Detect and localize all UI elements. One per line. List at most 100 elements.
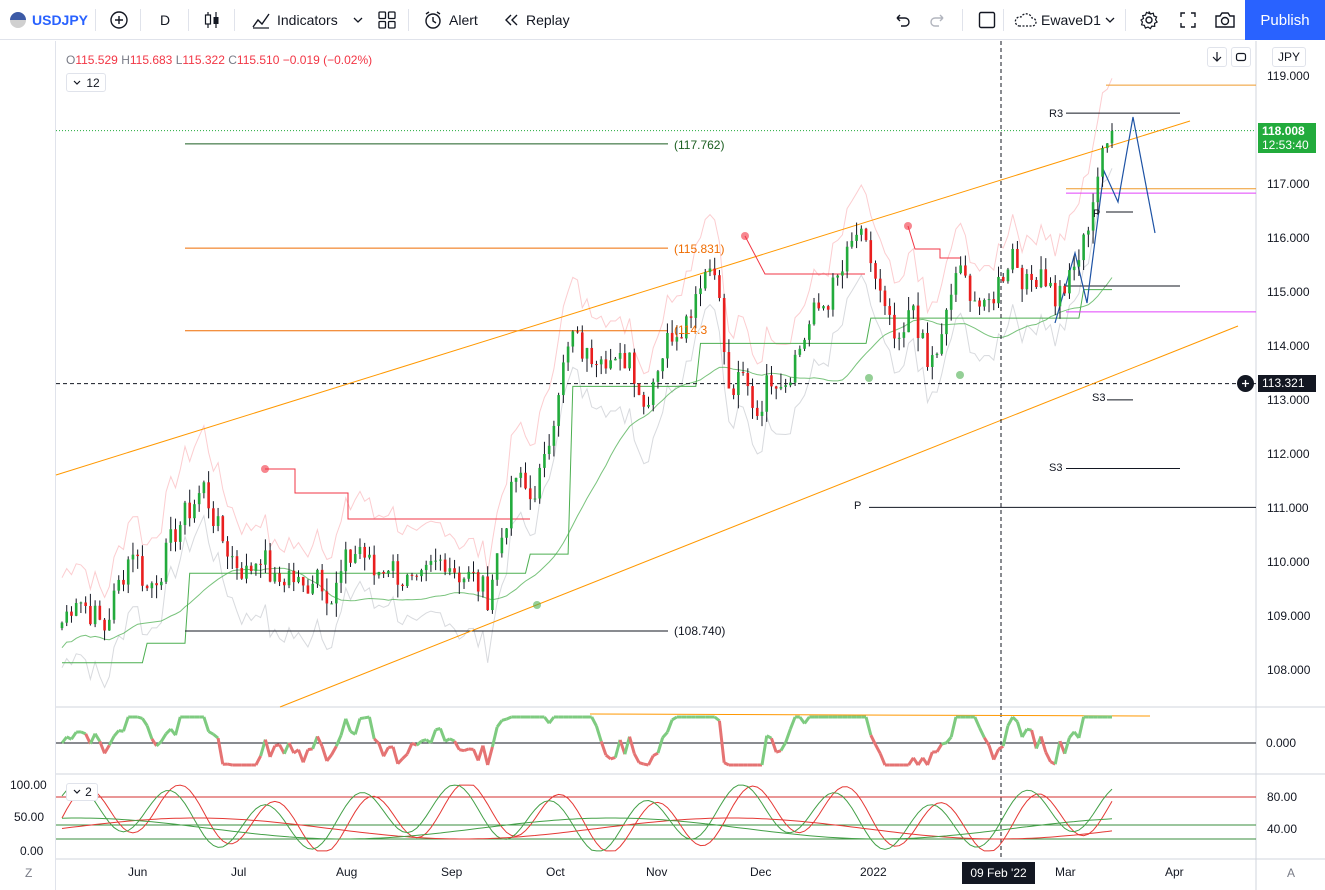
compare-button[interactable] [108, 0, 130, 40]
osc-segment [463, 747, 470, 753]
layout-dropdown[interactable] [1104, 0, 1116, 40]
level-label-1143: (114.3 [674, 323, 708, 337]
candle-down [741, 372, 745, 374]
candle-down [926, 332, 929, 367]
osc-segment [80, 730, 87, 736]
candle-up [74, 603, 78, 616]
redo-button[interactable] [928, 0, 948, 40]
candle-down [1053, 282, 1057, 307]
indicators-collapse-button[interactable]: 12 [66, 73, 106, 92]
candle-down [259, 563, 262, 565]
candle-up [793, 354, 797, 383]
low-value: 115.322 [182, 53, 225, 67]
candle-up [1011, 248, 1014, 270]
open-value: 115.529 [75, 53, 118, 67]
price-chart[interactable] [0, 41, 1325, 890]
candle-up [344, 549, 348, 572]
divider [1125, 9, 1126, 31]
add-alert-button[interactable] [1237, 375, 1254, 392]
snapshot-button[interactable] [1213, 0, 1237, 40]
scroll-down-button[interactable] [1207, 47, 1227, 67]
replay-button[interactable]: Replay [502, 0, 570, 40]
close-value: 115.510 [236, 53, 280, 67]
chart-area[interactable]: O115.529 H115.683 L115.322 C115.510 −0.0… [0, 41, 1325, 890]
candle-down [632, 352, 636, 384]
candle-up [982, 300, 986, 307]
osc-segment [60, 735, 68, 744]
osc-segment [1030, 729, 1038, 749]
layout-button[interactable]: EwaveD1 [1012, 0, 1101, 40]
divider [234, 9, 235, 31]
osc-segment [122, 716, 130, 732]
square-icon [978, 11, 996, 29]
candle-down [410, 574, 414, 576]
candle-up [562, 362, 565, 396]
osc-segment [429, 729, 438, 744]
candle-up [921, 332, 925, 339]
osc-segment [656, 737, 665, 754]
templates-button[interactable] [377, 0, 397, 40]
ohlc-legend: O115.529 H115.683 L115.322 C115.510 −0.0… [66, 53, 372, 67]
osc-segment [717, 720, 726, 763]
level-label-108740: (108.740) [674, 624, 726, 638]
osc-segment [547, 716, 556, 725]
divider [140, 9, 141, 31]
osc-segment [941, 741, 947, 746]
price-tick: 119.000 [1267, 69, 1310, 83]
candle-up [1049, 282, 1052, 287]
osc-segment [495, 719, 504, 728]
candle-up [855, 234, 858, 241]
candle-up [860, 228, 863, 235]
candle-down [878, 278, 882, 291]
candle-up [940, 334, 944, 354]
expand-icon [1180, 12, 1196, 28]
osc-segment [438, 727, 447, 742]
price-tick: 116.000 [1267, 231, 1310, 245]
zoom-button[interactable]: Z [25, 866, 32, 880]
interval-button[interactable]: D [160, 0, 170, 40]
signal-dot-green [533, 601, 541, 609]
fullscreen-button[interactable] [1178, 0, 1198, 40]
maximize-pane-button[interactable] [1231, 47, 1251, 67]
osc-segment [359, 716, 365, 721]
candle-up [1105, 143, 1109, 149]
publish-button[interactable]: Publish [1245, 0, 1325, 40]
candle-down [453, 568, 456, 573]
stoch-right-tick-80: 80.00 [1267, 790, 1298, 804]
settings-button[interactable] [1138, 0, 1160, 40]
osc-segment [107, 735, 116, 746]
candle-up [1006, 269, 1010, 282]
candle-up [803, 339, 806, 349]
candle-down [770, 375, 773, 387]
high-value: 115.683 [129, 53, 173, 67]
candle-down [174, 529, 177, 542]
alert-button[interactable]: Alert [422, 0, 478, 40]
price-tick: 117.000 [1267, 177, 1310, 191]
osc-collapse-button[interactable]: 2 [66, 783, 98, 801]
osc-segment [973, 716, 981, 729]
symbol-search[interactable]: USDJPY [10, 0, 88, 40]
osc-segment [459, 748, 465, 753]
osc-segment [405, 742, 414, 755]
chart-type-button[interactable] [202, 0, 222, 40]
osc-segment [788, 716, 797, 730]
auto-scale-button[interactable]: A [1287, 866, 1295, 880]
candle-down [372, 554, 376, 576]
undo-button[interactable] [892, 0, 912, 40]
candle-up [628, 352, 631, 369]
top-toolbar: USDJPY D Indicators Alert Replay EwaveD1… [0, 0, 1325, 40]
fullscreen-select-button[interactable] [977, 0, 997, 40]
candle-down [968, 275, 972, 301]
osc-segment [632, 752, 641, 764]
candle-up [1082, 234, 1085, 261]
indicators-dropdown[interactable] [352, 0, 364, 40]
indicators-button[interactable]: Indicators [250, 0, 338, 40]
candle-down [869, 240, 873, 264]
candle-up [798, 348, 802, 355]
osc-segment [316, 735, 324, 748]
price-tick: 114.000 [1267, 339, 1310, 353]
candle-up [987, 299, 991, 301]
osc-segment [864, 716, 873, 736]
currency-button[interactable]: JPY [1272, 47, 1306, 67]
osc-segment [647, 755, 655, 766]
